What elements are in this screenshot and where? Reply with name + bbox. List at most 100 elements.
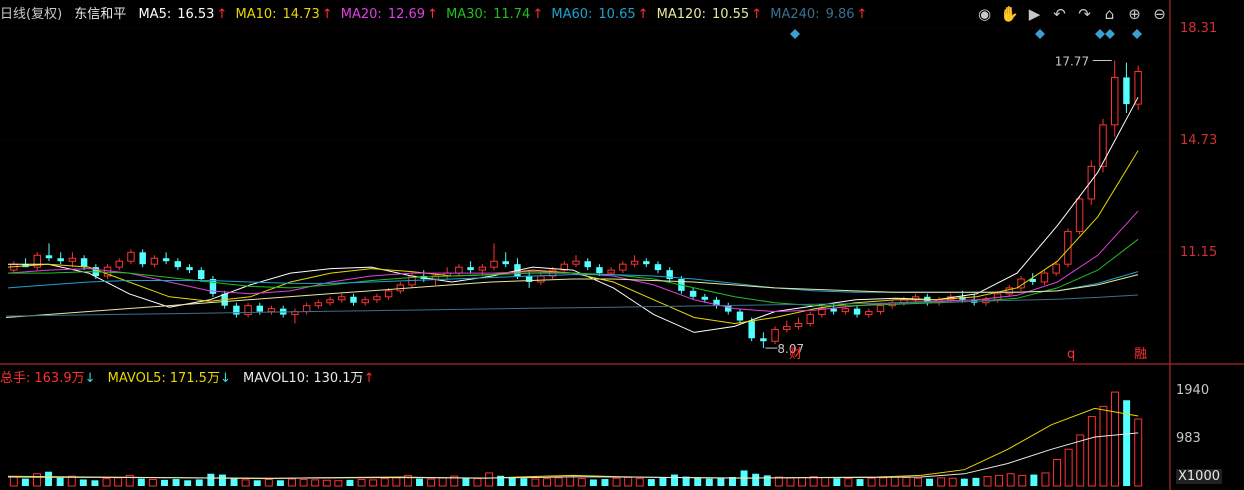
event-diamond (1035, 29, 1045, 39)
candle-body-up (490, 260, 498, 268)
volume-tick-top: 1940 (1176, 383, 1210, 398)
volume-bar-up (983, 476, 992, 487)
mavol5-label: MAVOL5: (107, 371, 166, 386)
candle-body-up (1134, 71, 1142, 105)
volume-bar-up (612, 477, 621, 487)
volume-bar-up (357, 478, 366, 487)
volume-bar-down (276, 480, 284, 486)
candle-body-up (537, 275, 545, 283)
candle-body-up (1075, 198, 1084, 233)
candle-body-up (396, 284, 405, 292)
volume-bar-down (520, 478, 528, 486)
candle-body-up (607, 269, 615, 274)
volume-bar-down (926, 478, 934, 486)
volume-header: 总手: 163.9万↓ MAVOL5: 171.5万↓ MAVOL10: 130.1万… (0, 370, 374, 388)
candle-body-up (150, 257, 159, 265)
candle-body-down (139, 252, 146, 265)
chart-canvas[interactable]: 17.778.07财 q 融 (0, 0, 1244, 490)
volume-bar-up (798, 476, 807, 487)
candle-body-down (748, 320, 755, 339)
volume-bar-up (1087, 416, 1096, 487)
volume-bar-up (1099, 405, 1108, 487)
candle-body-down (502, 261, 509, 265)
candle-body-up (68, 257, 77, 262)
volume-bar-up (635, 478, 644, 487)
event-marker: 财 (789, 347, 802, 362)
stock-chart-window: 日线(复权) 东信和平 MA5: 16.53 ↑ MA10: 14.73 ↑ MA20:… (0, 0, 1244, 490)
candle-body-up (1099, 124, 1107, 167)
volume-bar-up (427, 478, 436, 487)
volume-bar-down (218, 474, 226, 486)
volume-bar-up (438, 477, 447, 487)
candle-body-up (361, 299, 369, 304)
candle-body-up (572, 260, 580, 265)
volume-bar-down (91, 480, 99, 486)
volume-bar-down (195, 479, 203, 486)
candle-body-up (783, 325, 791, 330)
volume-bar-up (531, 478, 540, 487)
volume-bar-up (995, 474, 1004, 487)
volume-bar-up (937, 477, 946, 487)
volume-bar-down (137, 478, 145, 486)
volume-bar-down (462, 478, 470, 486)
volume-bar-up (334, 480, 343, 487)
volume-bar-down (1030, 474, 1038, 486)
candle-body-up (876, 305, 885, 313)
candle-body-up (1087, 165, 1096, 200)
volume-bar-up (577, 478, 586, 487)
candle-body-up (806, 314, 814, 324)
volume-bar-up (264, 478, 273, 487)
volume-bar-up (1053, 458, 1062, 487)
volume-bar-up (102, 478, 111, 487)
volume-bar-up (867, 477, 876, 487)
volume-bar-up (1041, 472, 1050, 487)
ma-line-ma10 (7, 150, 1139, 325)
candle-body-up (127, 251, 135, 262)
volume-bar-down (230, 477, 238, 486)
volume-bar-down (647, 479, 655, 486)
candle-body-up (267, 308, 276, 313)
volume-bar-up (844, 478, 853, 487)
candle-body-down (830, 308, 837, 312)
candle-body-down (596, 267, 603, 274)
candle-body-down (198, 270, 205, 279)
event-marker: 融 (1134, 347, 1147, 362)
volume-bar-down (589, 479, 597, 486)
volume-bar-up (380, 478, 389, 487)
price-tick-low: 11.15 (1180, 245, 1218, 260)
mavol5-value: 171.5万 (169, 371, 220, 386)
volume-bar-up (311, 479, 320, 487)
candle-body-down (853, 308, 861, 315)
volume-bar-down (960, 478, 968, 486)
candle-body-up (619, 263, 627, 271)
volume-bar-up (879, 477, 888, 487)
volume-bar-down (833, 478, 841, 486)
volume-bar-down (416, 478, 423, 486)
volume-bar-up (369, 479, 378, 487)
volume-bar-up (821, 476, 830, 487)
event-diamond (1095, 29, 1105, 39)
volume-bar-up (566, 476, 575, 487)
ma-line-ma60 (7, 271, 1139, 293)
volume-bar-up (890, 476, 899, 487)
candle-body-down (643, 261, 650, 265)
price-tick-top: 18.31 (1180, 21, 1218, 36)
candle-body-down (162, 258, 170, 262)
candle-body-down (233, 305, 240, 315)
volume-bar-down (508, 477, 516, 486)
ma-line-ma120 (5, 274, 1139, 318)
volume-bar-up (9, 476, 18, 487)
volume-bar-up (1076, 434, 1085, 487)
candle-body-down (760, 338, 767, 342)
total-volume-label: 总手: (0, 371, 31, 386)
candle-body-down (584, 261, 591, 268)
candle-body-up (630, 260, 639, 265)
candle-body-up (865, 311, 873, 316)
candle-body-up (1040, 272, 1049, 283)
volume-bar-down (346, 479, 354, 486)
candle-body-up (115, 260, 123, 268)
event-diamond (1132, 29, 1142, 39)
volume-bar-down (601, 479, 609, 486)
volume-bar-up (1018, 474, 1027, 487)
volume-bar-up (913, 477, 922, 487)
